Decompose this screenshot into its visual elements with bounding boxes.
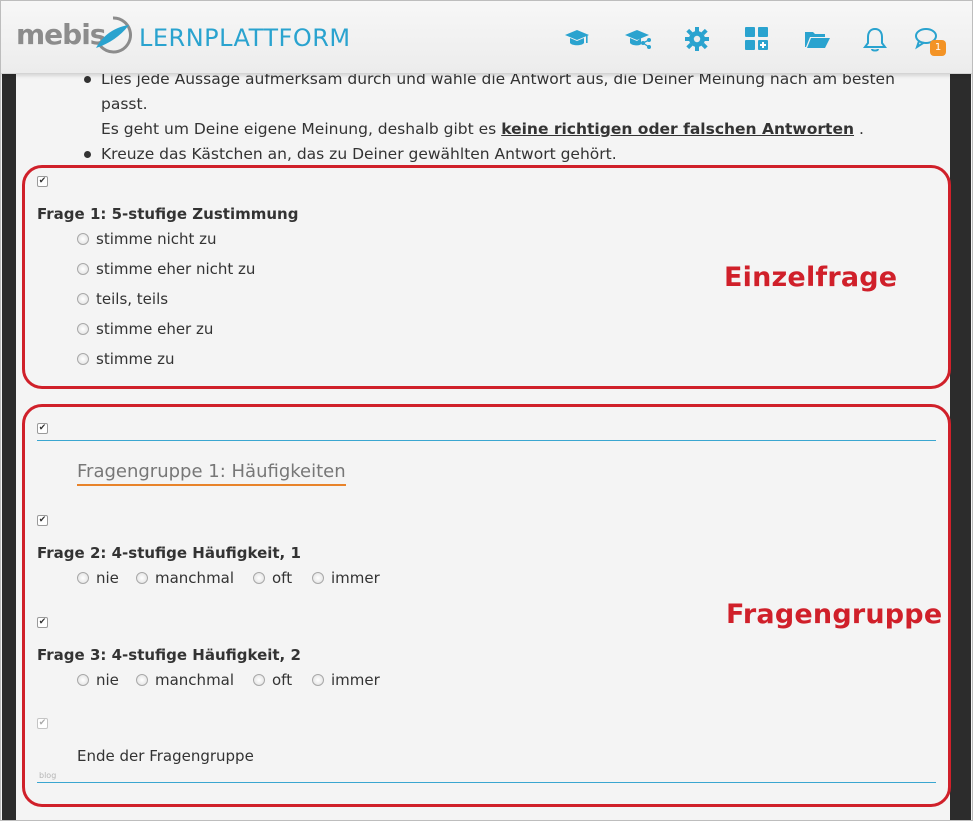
radio-button[interactable]	[77, 353, 89, 365]
group-top-divider	[37, 440, 936, 441]
q2-option[interactable]: oft	[253, 568, 292, 588]
bell-icon[interactable]	[861, 25, 889, 53]
radio-button[interactable]	[253, 674, 265, 686]
q2-option[interactable]: immer	[312, 568, 380, 588]
question-checkbox[interactable]: ✔	[37, 515, 48, 526]
radio-button[interactable]	[312, 572, 324, 584]
q1-option[interactable]: teils, teils	[77, 289, 168, 309]
radio-button[interactable]	[77, 293, 89, 305]
instructions-list: Lies jede Aussage aufmerksam durch und w…	[84, 67, 931, 167]
option-label: nie	[96, 671, 119, 689]
instruction-emphasis: keine richtigen oder falschen Antworten	[501, 120, 855, 138]
option-label: stimme zu	[96, 350, 175, 368]
option-label: manchmal	[155, 671, 235, 689]
option-label: immer	[331, 569, 380, 587]
instruction-text: Es geht um Deine eigene Meinung, deshalb…	[101, 120, 497, 138]
option-label: teils, teils	[96, 290, 169, 308]
radio-button[interactable]	[77, 674, 89, 686]
q1-option[interactable]: stimme eher nicht zu	[77, 259, 255, 279]
faint-footer-text: blog	[39, 771, 57, 780]
group-end-checkbox[interactable]: ✔	[37, 718, 48, 729]
dashboard-add-icon[interactable]	[743, 25, 771, 53]
question-title: Frage 3: 4-stufige Häufigkeit, 2	[37, 646, 301, 664]
left-dark-margin	[2, 73, 16, 820]
q3-option[interactable]: manchmal	[136, 670, 234, 690]
q1-option[interactable]: stimme zu	[77, 349, 174, 369]
radio-button[interactable]	[136, 674, 148, 686]
instruction-item: Lies jede Aussage aufmerksam durch und w…	[84, 67, 931, 142]
group-bottom-divider	[37, 782, 936, 783]
browser-frame: mebis LERNPLATTFORM 1 Lies jede Aussage …	[0, 0, 973, 821]
radio-button[interactable]	[77, 233, 89, 245]
q3-option[interactable]: immer	[312, 670, 380, 690]
radio-button[interactable]	[312, 674, 324, 686]
radio-button[interactable]	[77, 323, 89, 335]
question-title: Frage 1: 5-stufige Zustimmung	[37, 205, 299, 223]
option-label: stimme nicht zu	[96, 230, 217, 248]
q2-option[interactable]: manchmal	[136, 568, 234, 588]
group-heading: Fragengruppe 1: Häufigkeiten	[77, 461, 346, 486]
group-checkbox[interactable]: ✔	[37, 423, 48, 434]
q2-option[interactable]: nie	[77, 568, 119, 588]
graduation-cap-icon[interactable]	[563, 25, 591, 53]
option-label: oft	[272, 671, 293, 689]
q3-option[interactable]: oft	[253, 670, 292, 690]
platform-title[interactable]: LERNPLATTFORM	[139, 24, 351, 52]
top-navbar: mebis LERNPLATTFORM 1	[1, 1, 972, 74]
option-label: oft	[272, 569, 293, 587]
radio-button[interactable]	[77, 263, 89, 275]
q1-option[interactable]: stimme nicht zu	[77, 229, 217, 249]
option-label: manchmal	[155, 569, 235, 587]
brand-swoosh-icon	[96, 16, 132, 54]
option-label: stimme eher nicht zu	[96, 260, 256, 278]
gear-icon[interactable]	[683, 25, 711, 53]
option-label: nie	[96, 569, 119, 587]
radio-button[interactable]	[77, 572, 89, 584]
right-dark-margin	[950, 73, 971, 820]
question-checkbox[interactable]: ✔	[37, 176, 48, 187]
question-group-label: Fragengruppe	[726, 599, 943, 630]
radio-button[interactable]	[253, 572, 265, 584]
option-label: immer	[331, 671, 380, 689]
q3-option[interactable]: nie	[77, 670, 119, 690]
radio-button[interactable]	[136, 572, 148, 584]
instruction-item: Kreuze das Kästchen an, das zu Deiner ge…	[84, 142, 931, 167]
question-checkbox[interactable]: ✔	[37, 617, 48, 628]
instruction-text: .	[858, 120, 864, 138]
instruction-text: Kreuze das Kästchen an, das zu Deiner ge…	[101, 145, 617, 163]
q1-option[interactable]: stimme eher zu	[77, 319, 213, 339]
instruction-text: Lies jede Aussage aufmerksam durch und w…	[101, 70, 895, 113]
message-count-badge: 1	[930, 40, 946, 56]
question-title: Frage 2: 4-stufige Häufigkeit, 1	[37, 544, 301, 562]
single-question-label: Einzelfrage	[724, 262, 898, 293]
folder-open-icon[interactable]	[803, 25, 831, 53]
graduation-share-icon[interactable]	[623, 25, 651, 53]
option-label: stimme eher zu	[96, 320, 214, 338]
group-end-text: Ende der Fragengruppe	[77, 747, 254, 765]
